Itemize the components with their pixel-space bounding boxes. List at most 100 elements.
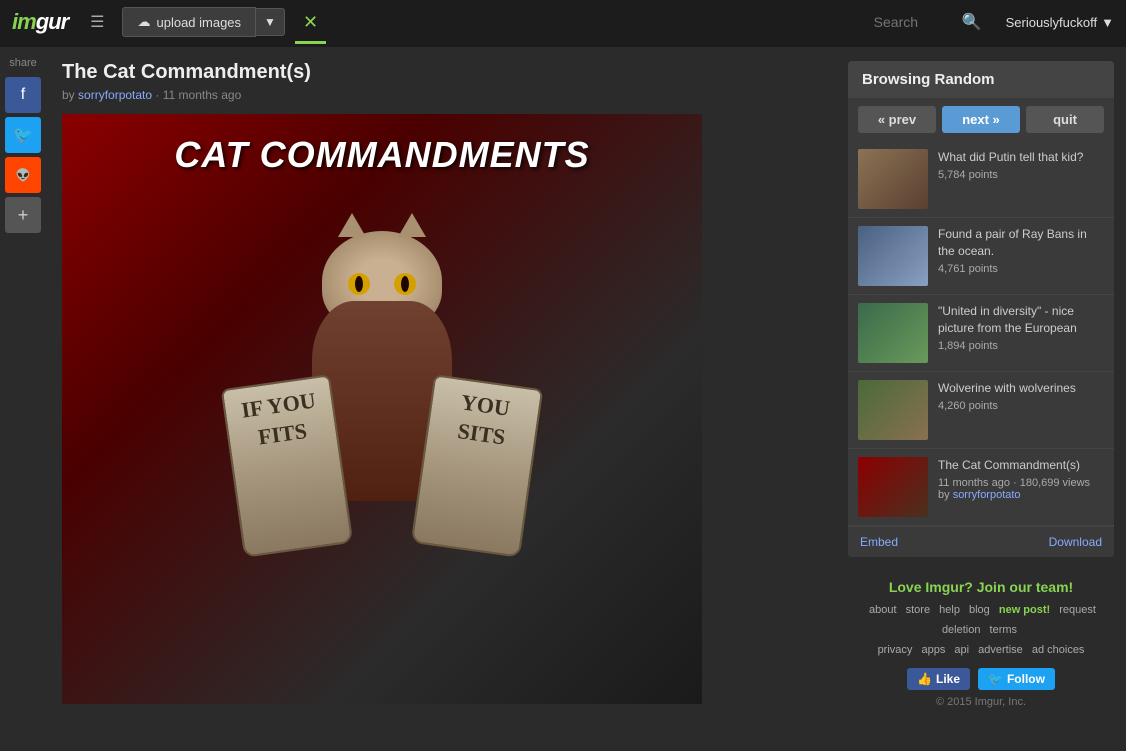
footer-copyright: © 2015 Imgur, Inc. [860,696,1102,708]
search-input[interactable] [874,14,954,30]
item-points: 5,784 points [938,169,1104,181]
upload-dropdown-button[interactable]: ▼ [256,8,285,36]
footer-link-help[interactable]: help [939,604,960,616]
header: imgur ☰ ☁ upload images ▼ ✕ 🔍 Seriouslyf… [0,0,1126,47]
footer-love-text: Love Imgur? Join our team! [860,579,1102,595]
footer-link-store[interactable]: store [906,604,930,616]
item-title: "United in diversity" - nice picture fro… [938,303,1104,337]
item-points: 1,894 points [938,340,1104,352]
upload-label: upload images [156,15,241,30]
footer-social: 👍 Like 🐦 Follow [860,668,1102,690]
meme-title-text: CAT COMMANDMENTS [174,134,589,176]
browsing-item[interactable]: Wolverine with wolverines 4,260 points [848,372,1114,449]
fb-like-label: Like [936,672,960,686]
item-info: Found a pair of Ray Bans in the ocean. 4… [938,226,1104,275]
item-title: Wolverine with wolverines [938,380,1104,397]
cat-eye-right [394,273,416,295]
embed-link[interactable]: Embed [860,535,898,549]
footer-link-blog[interactable]: blog [969,604,990,616]
upload-button[interactable]: ☁ upload images [122,7,256,37]
quit-button[interactable]: quit [1026,106,1104,133]
footer-link-terms[interactable]: terms [990,624,1018,636]
cat-figure: IF YOU FITS YOU SITS [222,211,542,591]
user-dropdown-icon: ▼ [1101,15,1114,30]
dot-separator: · [155,88,162,102]
item-title: Found a pair of Ray Bans in the ocean. [938,226,1104,260]
item-thumbnail [858,226,928,286]
prev-button[interactable]: « prev [858,106,936,133]
main-layout: share f 🐦 👽 + The Cat Commandment(s) by … [0,47,1126,734]
username-label: Seriouslyfuckoff [1006,15,1098,30]
user-menu-button[interactable]: Seriouslyfuckoff ▼ [1006,15,1114,30]
browsing-panel: Browsing Random « prev next » quit What … [848,61,1114,557]
item-author-line: by sorryforpotato [938,489,1104,501]
item-points: 4,260 points [938,400,1104,412]
search-icon: 🔍 [962,12,982,32]
more-share-button[interactable]: + [5,197,41,233]
tw-follow-label: Follow [1007,672,1045,686]
item-thumbnail [858,380,928,440]
cat-ear-right [398,213,426,237]
browsing-item[interactable]: What did Putin tell that kid? 5,784 poin… [848,141,1114,218]
next-button[interactable]: next » [942,106,1020,133]
facebook-like-button[interactable]: 👍 Like [907,668,970,690]
reddit-share-button[interactable]: 👽 [5,157,41,193]
upload-icon: ☁ [137,14,150,30]
search-area: 🔍 Seriouslyfuckoff ▼ [874,12,1114,32]
item-title: What did Putin tell that kid? [938,149,1104,166]
footer-link-about[interactable]: about [869,604,897,616]
item-points: 4,761 points [938,263,1104,275]
item-thumbnail [858,303,928,363]
item-info: What did Putin tell that kid? 5,784 poin… [938,149,1104,181]
item-time-views: 11 months ago · 180,699 views [938,477,1090,489]
browsing-item[interactable]: "United in diversity" - nice picture fro… [848,295,1114,372]
footer-link-advertise[interactable]: advertise [978,644,1023,656]
item-thumbnail [858,457,928,517]
post-meta: by sorryforpotato · 11 months ago [62,88,820,102]
cat-ear-left [338,213,366,237]
share-sidebar: share f 🐦 👽 + [0,47,46,734]
tw-icon: 🐦 [988,672,1003,686]
tablet-left: IF YOU FITS [221,374,354,558]
post-content: The Cat Commandment(s) by sorryforpotato… [46,47,836,734]
item-thumbnail [858,149,928,209]
shuffle-button[interactable]: ✕ [295,7,326,38]
fb-icon: 👍 [917,672,932,686]
post-title: The Cat Commandment(s) [62,61,820,84]
meme-cat-area: IF YOU FITS YOU SITS [62,176,702,626]
post-image: CAT COMMANDMENTS [62,114,702,704]
footer-links: about store help blog new post! request … [860,601,1102,660]
facebook-share-button[interactable]: f [5,77,41,113]
footer-link-privacy[interactable]: privacy [878,644,913,656]
tablet-right-text: YOU SITS [426,376,541,463]
item-title: The Cat Commandment(s) [938,457,1104,474]
item-info: The Cat Commandment(s) 11 months ago · 1… [938,457,1104,501]
love-text-part: Love Imgur? [889,579,977,595]
post-time: 11 months ago [163,88,242,102]
post-author[interactable]: sorryforpotato [78,88,152,102]
browsing-item[interactable]: Found a pair of Ray Bans in the ocean. 4… [848,218,1114,295]
by-label: by [938,489,950,501]
item-author-link[interactable]: sorryforpotato [953,489,1021,501]
browsing-items-list: What did Putin tell that kid? 5,784 poin… [848,141,1114,526]
cat-eye-left [348,273,370,295]
share-label: share [9,57,37,69]
footer-area: Love Imgur? Join our team! about store h… [848,567,1114,720]
twitter-share-button[interactable]: 🐦 [5,117,41,153]
browsing-header: Browsing Random [848,61,1114,98]
logo: imgur [12,9,68,35]
browsing-item-current[interactable]: The Cat Commandment(s) 11 months ago · 1… [848,449,1114,526]
by-label: by [62,88,75,102]
footer-link-adchoices[interactable]: ad choices [1032,644,1085,656]
hamburger-button[interactable]: ☰ [82,8,112,36]
footer-link-newpost[interactable]: new post! [999,604,1050,616]
footer-link-api[interactable]: api [954,644,969,656]
right-sidebar: Browsing Random « prev next » quit What … [836,47,1126,734]
twitter-follow-button[interactable]: 🐦 Follow [978,668,1055,690]
footer-link-apps[interactable]: apps [921,644,945,656]
item-info: "United in diversity" - nice picture fro… [938,303,1104,352]
download-link[interactable]: Download [1049,535,1102,549]
join-team-text: Join our team! [977,579,1073,595]
embed-download-row: Embed Download [848,526,1114,557]
tablet-left-text: IF YOU FITS [223,376,338,463]
